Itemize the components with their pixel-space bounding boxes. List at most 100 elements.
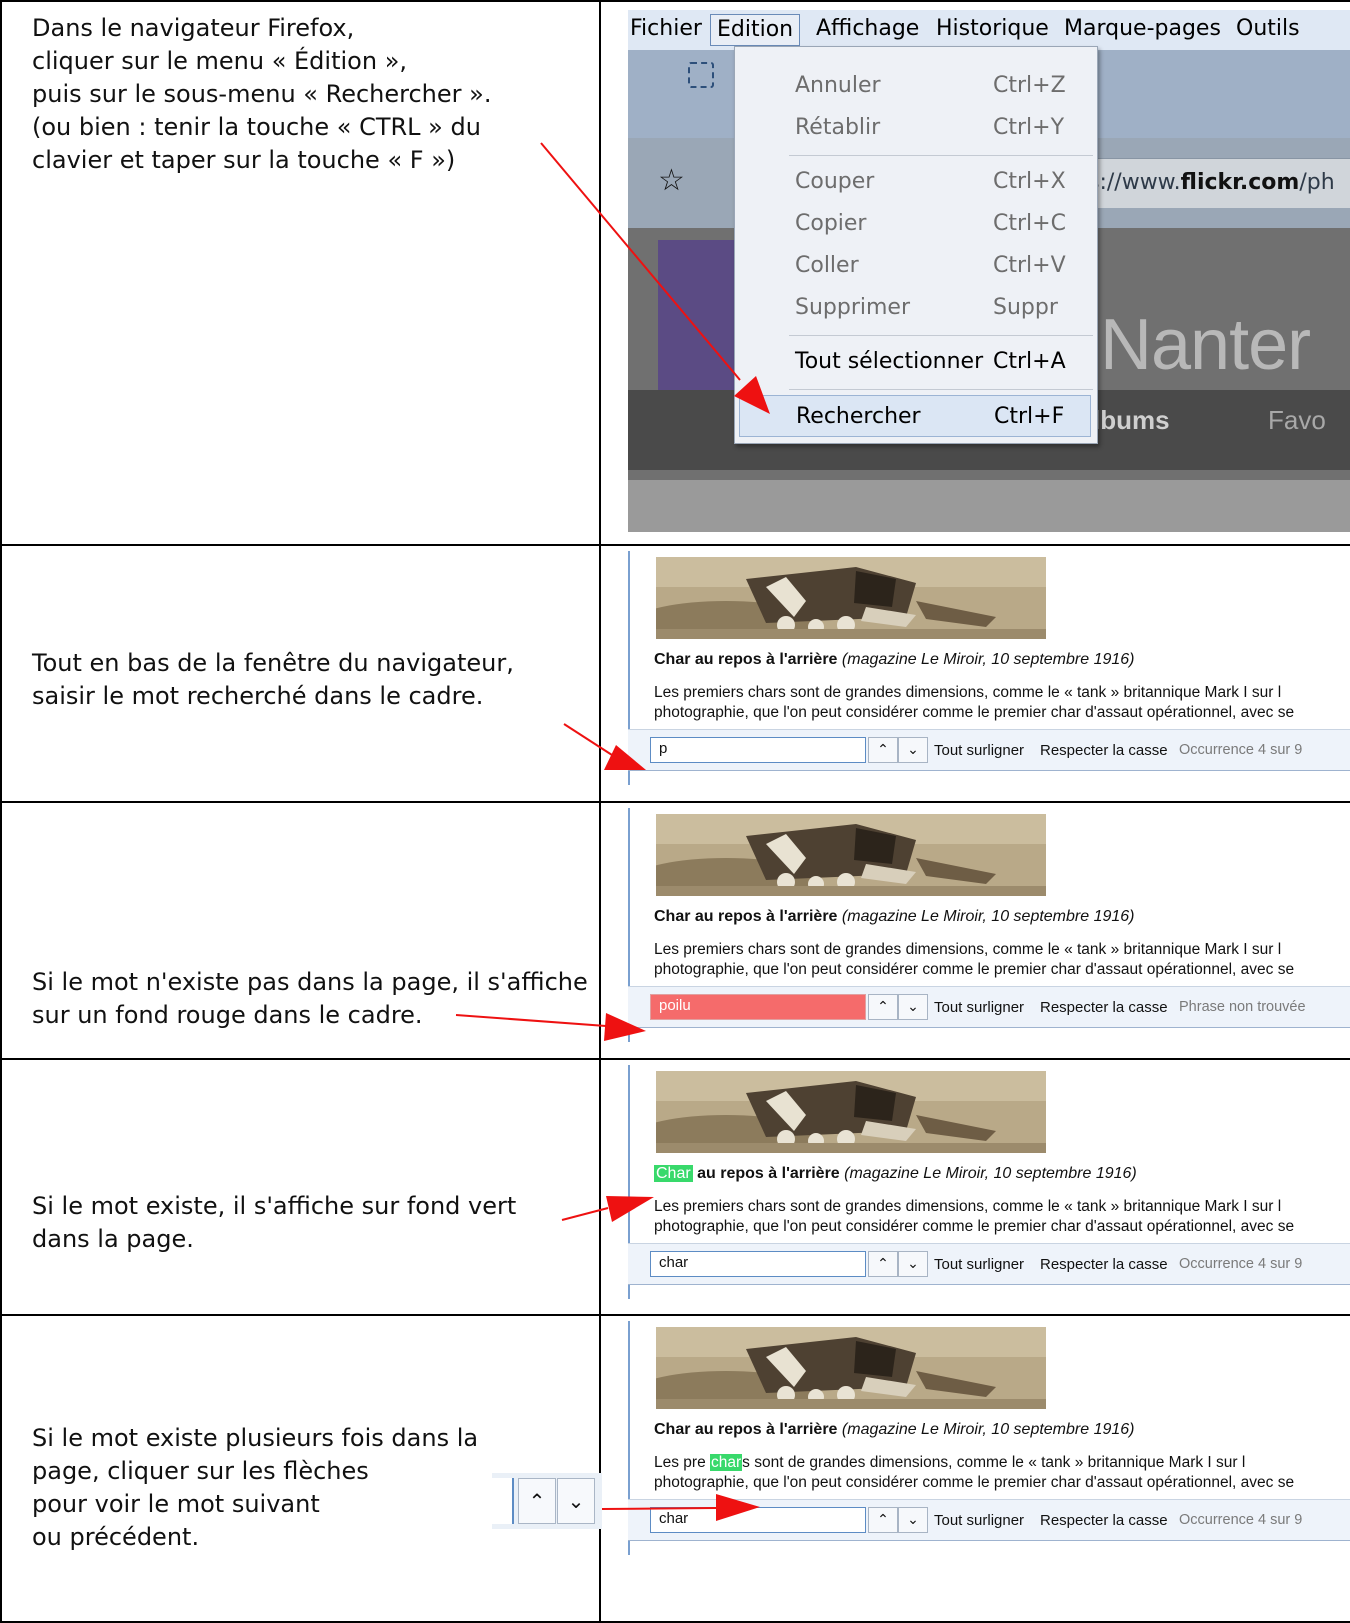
- zoomed-find-input: [492, 1478, 514, 1524]
- menu-item-tout-selectionner[interactable]: Tout sélectionner Ctrl+A: [735, 341, 1097, 383]
- caption-source: (magazine Le Miroir, 10 septembre 1916): [844, 1165, 1137, 1182]
- highlight-all-option[interactable]: Tout surligner: [934, 742, 1024, 759]
- menu-item-rechercher[interactable]: Rechercher Ctrl+F: [739, 395, 1091, 437]
- tank-photo-image: [656, 1327, 1046, 1409]
- table-row-divider: [0, 544, 1350, 546]
- find-next-button[interactable]: ⌄: [898, 1251, 928, 1277]
- nav-favoris[interactable]: Favo: [1268, 405, 1326, 436]
- table-row-divider: [0, 801, 1350, 803]
- menu-item-supprimer[interactable]: Supprimer Suppr: [735, 287, 1097, 329]
- instruction-line: Tout en bas de la fenêtre du navigateur,: [32, 649, 514, 677]
- paragraph-line: photographie, que l'on peut considérer c…: [654, 1474, 1295, 1491]
- star-icon[interactable]: ☆: [658, 166, 685, 196]
- caption-source: (magazine Le Miroir, 10 septembre 1916): [841, 908, 1135, 925]
- menu-edition[interactable]: Edition: [710, 14, 801, 46]
- paragraph-line: Les pre chars sont de grandes dimensions…: [654, 1454, 1246, 1471]
- find-next-button[interactable]: ⌄: [898, 737, 928, 763]
- menu-marque-pages[interactable]: Marque-pages: [1064, 16, 1221, 41]
- new-tab-icon[interactable]: [688, 62, 714, 88]
- findbar-screenshot: Char au repos à l'arrière (magazine Le M…: [628, 1321, 1350, 1555]
- menu-separator: [789, 335, 1093, 336]
- photo-caption: Char au repos à l'arrière (magazine Le M…: [654, 651, 1135, 669]
- menu-separator: [789, 389, 1093, 390]
- tank-photo: [656, 557, 1046, 639]
- find-status: Occurrence 4 sur 9: [1179, 742, 1303, 758]
- find-bar: char ⌃ ⌄ Tout surligner Respecter la cas…: [628, 1243, 1350, 1285]
- findbar-screenshot: Char au repos à l'arrière (magazine Le M…: [628, 551, 1350, 785]
- find-status: Phrase non trouvée: [1179, 999, 1306, 1015]
- find-input[interactable]: char: [650, 1251, 866, 1277]
- menu-item-coller[interactable]: Coller Ctrl+V: [735, 245, 1097, 287]
- row3-instructions: Si le mot n'existe pas dans la page, il …: [32, 966, 588, 1032]
- highlight-all-option[interactable]: Tout surligner: [934, 1256, 1024, 1273]
- article-paragraph: Les premiers chars sont de grandes dimen…: [654, 1197, 1294, 1237]
- find-next-button[interactable]: ⌄: [898, 994, 928, 1020]
- instruction-line: saisir le mot recherché dans le cadre.: [32, 682, 484, 710]
- find-previous-button[interactable]: ⌃: [868, 737, 898, 763]
- match-case-option[interactable]: Respecter la casse: [1040, 999, 1168, 1016]
- highlight-all-option[interactable]: Tout surligner: [934, 1512, 1024, 1529]
- zoomed-previous-button[interactable]: ⌃: [518, 1478, 556, 1524]
- url-text: s://www.flickr.com/ph: [1088, 170, 1335, 195]
- instruction-line: page, cliquer sur les flèches: [32, 1457, 369, 1485]
- paragraph-line: Les premiers chars sont de grandes dimen…: [654, 1198, 1282, 1215]
- menu-historique[interactable]: Historique: [936, 16, 1049, 41]
- zoomed-next-button[interactable]: ⌄: [557, 1478, 595, 1524]
- nav-albums[interactable]: lbums: [1093, 405, 1170, 436]
- row4-instructions: Si le mot existe, il s'affiche sur fond …: [32, 1190, 516, 1256]
- find-input[interactable]: poilu: [650, 994, 866, 1020]
- table-row-divider: [0, 1314, 1350, 1316]
- instruction-line: clavier et taper sur la touche « F »): [32, 146, 456, 174]
- table-border-left: [0, 0, 2, 1623]
- instruction-line: cliquer sur le menu « Édition »,: [32, 47, 407, 75]
- instruction-line: Si le mot n'existe pas dans la page, il …: [32, 968, 588, 996]
- menu-fichier[interactable]: Fichier: [630, 16, 702, 41]
- page-thumbnails: [628, 480, 1350, 532]
- find-input[interactable]: char: [650, 1507, 866, 1533]
- menu-bar: Fichier Edition Affichage Historique Mar…: [628, 10, 1350, 50]
- menu-item-couper[interactable]: Couper Ctrl+X: [735, 161, 1097, 203]
- find-previous-button[interactable]: ⌃: [868, 1507, 898, 1533]
- find-previous-button[interactable]: ⌃: [868, 994, 898, 1020]
- search-highlight: char: [710, 1454, 743, 1471]
- match-case-option[interactable]: Respecter la casse: [1040, 1512, 1168, 1529]
- menu-item-copier[interactable]: Copier Ctrl+C: [735, 203, 1097, 245]
- find-input[interactable]: p: [650, 737, 866, 763]
- caption-title: Char au repos à l'arrière: [654, 651, 838, 668]
- paragraph-line: photographie, que l'on peut considérer c…: [654, 961, 1295, 978]
- instruction-line: pour voir le mot suivant: [32, 1490, 320, 1518]
- instruction-line: sur un fond rouge dans le cadre.: [32, 1001, 423, 1029]
- search-highlight: Char: [654, 1165, 693, 1182]
- paragraph-line: photographie, que l'on peut considérer c…: [654, 1218, 1295, 1235]
- table-column-divider: [599, 0, 601, 1623]
- caption-source: (magazine Le Miroir, 10 septembre 1916): [841, 651, 1135, 668]
- find-next-button[interactable]: ⌄: [898, 1507, 928, 1533]
- site-title: Nanter: [1100, 305, 1311, 385]
- caption-source: (magazine Le Miroir, 10 septembre 1916): [841, 1421, 1135, 1438]
- find-previous-button[interactable]: ⌃: [868, 1251, 898, 1277]
- match-case-option[interactable]: Respecter la casse: [1040, 1256, 1168, 1273]
- menu-item-retablir[interactable]: Rétablir Ctrl+Y: [735, 107, 1097, 149]
- find-status: Occurrence 4 sur 9: [1179, 1256, 1303, 1272]
- instruction-line: ou précédent.: [32, 1523, 200, 1551]
- instruction-line: dans la page.: [32, 1225, 194, 1253]
- menu-affichage[interactable]: Affichage: [816, 16, 919, 41]
- row2-instructions: Tout en bas de la fenêtre du navigateur,…: [32, 647, 514, 713]
- instruction-line: puis sur le sous-menu « Rechercher ».: [32, 80, 492, 108]
- photo-caption: Char au repos à l'arrière (magazine Le M…: [654, 1421, 1135, 1439]
- paragraph-line: photographie, que l'on peut considérer c…: [654, 704, 1295, 721]
- menu-outils[interactable]: Outils: [1236, 16, 1300, 41]
- tank-photo-image: [656, 814, 1046, 896]
- menu-separator: [789, 155, 1093, 156]
- instruction-line: Si le mot existe plusieurs fois dans la: [32, 1424, 479, 1452]
- row1-instructions: Dans le navigateur Firefox, cliquer sur …: [32, 12, 491, 177]
- row5-instructions: Si le mot existe plusieurs fois dans la …: [32, 1422, 478, 1554]
- photo-caption: Char au repos à l'arrière (magazine Le M…: [654, 908, 1135, 926]
- highlight-all-option[interactable]: Tout surligner: [934, 999, 1024, 1016]
- table-row-divider: [0, 1058, 1350, 1060]
- find-bar: char ⌃ ⌄ Tout surligner Respecter la cas…: [628, 1499, 1350, 1541]
- match-case-option[interactable]: Respecter la casse: [1040, 742, 1168, 759]
- menu-item-annuler[interactable]: Annuler Ctrl+Z: [735, 65, 1097, 107]
- table-border-top: [0, 0, 1350, 2]
- table-border-bottom: [0, 1621, 1350, 1623]
